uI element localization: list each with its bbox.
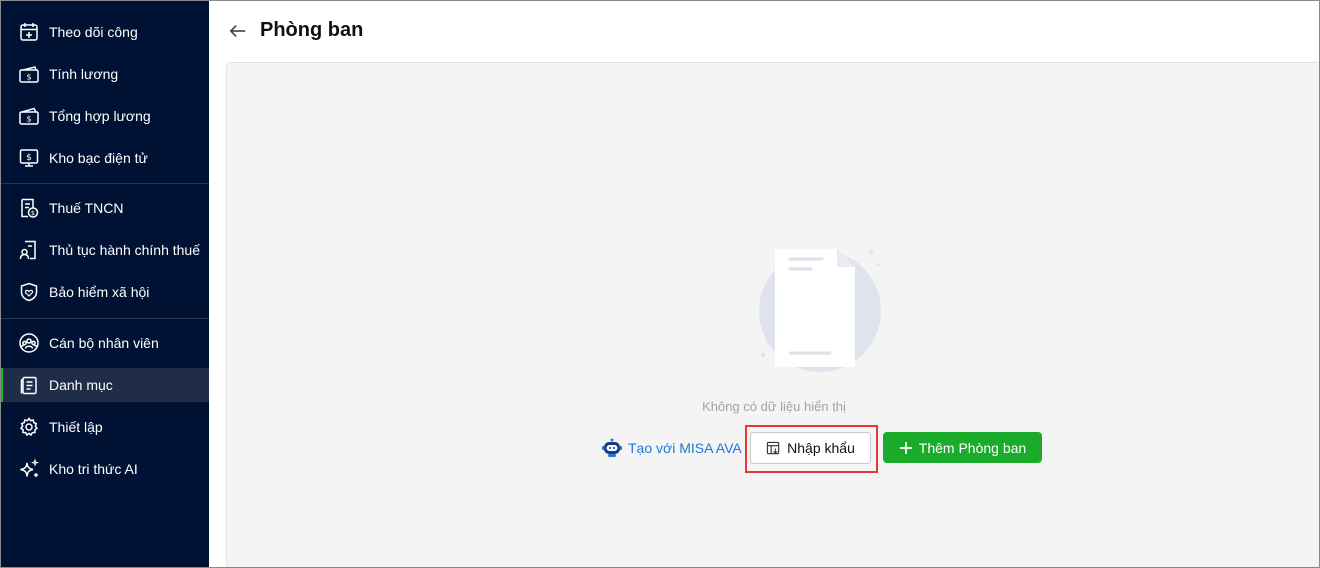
- sidebar-item-label: Tính lương: [49, 66, 119, 82]
- add-department-button[interactable]: Thêm Phòng ban: [883, 432, 1042, 463]
- money-stack-icon: $: [18, 105, 40, 127]
- page-header: Phòng ban: [209, 0, 1320, 62]
- sidebar-divider: [0, 318, 209, 319]
- sidebar-item-thu-tuc-hanh-chinh-thue[interactable]: Thủ tục hành chính thuế: [0, 233, 209, 267]
- sidebar-item-can-bo-nhan-vien[interactable]: Cán bộ nhân viên: [0, 326, 209, 360]
- sidebar-item-kho-bac-dien-tu[interactable]: $ Kho bạc điện tử: [0, 141, 209, 175]
- svg-text:$: $: [26, 73, 31, 82]
- back-button[interactable]: [227, 20, 249, 42]
- money-bill-icon: $: [18, 63, 40, 85]
- shield-heart-icon: [18, 281, 40, 303]
- sidebar-item-label: Kho tri thức AI: [49, 461, 138, 477]
- sidebar-item-label: Cán bộ nhân viên: [49, 335, 159, 351]
- sidebar-item-label: Thủ tục hành chính thuế: [49, 242, 200, 258]
- sidebar-item-label: Kho bạc điện tử: [49, 150, 148, 166]
- sidebar-item-tinh-luong[interactable]: $ Tính lương: [0, 57, 209, 91]
- sidebar-divider: [0, 183, 209, 184]
- sidebar-item-thue-tncn[interactable]: $ Thuế TNCN: [0, 191, 209, 225]
- ava-link-label: Tạo với MISA AVA: [628, 440, 742, 456]
- sidebar-item-label: Theo dõi công: [49, 24, 138, 40]
- gear-icon: [18, 416, 40, 438]
- sidebar-item-tong-hop-luong[interactable]: $ Tổng hợp lương: [0, 99, 209, 133]
- calendar-plus-icon: [18, 21, 40, 43]
- plus-icon: [899, 441, 912, 454]
- svg-text:$: $: [31, 209, 35, 217]
- svg-text:$: $: [26, 115, 31, 124]
- arrow-left-icon: [229, 24, 246, 38]
- import-button[interactable]: Nhập khẩu: [750, 432, 871, 464]
- list-document-icon: [18, 374, 40, 396]
- create-with-misa-ava-link[interactable]: Tạo với MISA AVA: [601, 436, 742, 460]
- import-table-icon: [766, 441, 780, 454]
- robot-icon: [602, 438, 622, 457]
- sidebar-item-danh-muc[interactable]: Danh mục: [0, 368, 209, 402]
- sidebar-item-bao-hiem-xa-hoi[interactable]: Bảo hiểm xã hội: [0, 275, 209, 309]
- tax-document-icon: $: [18, 197, 40, 219]
- sidebar-item-theo-doi-cong[interactable]: Theo dõi công: [0, 15, 209, 49]
- empty-state-illustration: [759, 249, 881, 372]
- sidebar-item-label: Thiết lập: [49, 419, 103, 435]
- empty-state-text: Không có dữ liệu hiển thị: [702, 399, 846, 414]
- sidebar-item-label: Bảo hiểm xã hội: [49, 284, 150, 300]
- main-content: Không có dữ liệu hiển thị Tạo với MISA A…: [226, 62, 1320, 568]
- sidebar-item-thiet-lap[interactable]: Thiết lập: [0, 410, 209, 444]
- monitor-dollar-icon: $: [18, 147, 40, 169]
- page-title: Phòng ban: [260, 19, 364, 41]
- svg-text:$: $: [26, 153, 32, 163]
- sidebar-item-label: Danh mục: [49, 377, 113, 393]
- import-button-label: Nhập khẩu: [787, 440, 855, 456]
- sidebar-item-label: Tổng hợp lương: [49, 108, 151, 124]
- sidebar-item-label: Thuế TNCN: [49, 200, 124, 216]
- add-department-label: Thêm Phòng ban: [918, 439, 1027, 456]
- sidebar: Theo dõi công $ Tính lương $ Tổng hợp lư…: [0, 0, 209, 568]
- sidebar-item-kho-tri-thuc-ai[interactable]: Kho tri thức AI: [0, 452, 209, 486]
- sparkle-icon: [18, 458, 40, 480]
- people-group-icon: [18, 332, 40, 354]
- document-person-icon: [18, 239, 40, 261]
